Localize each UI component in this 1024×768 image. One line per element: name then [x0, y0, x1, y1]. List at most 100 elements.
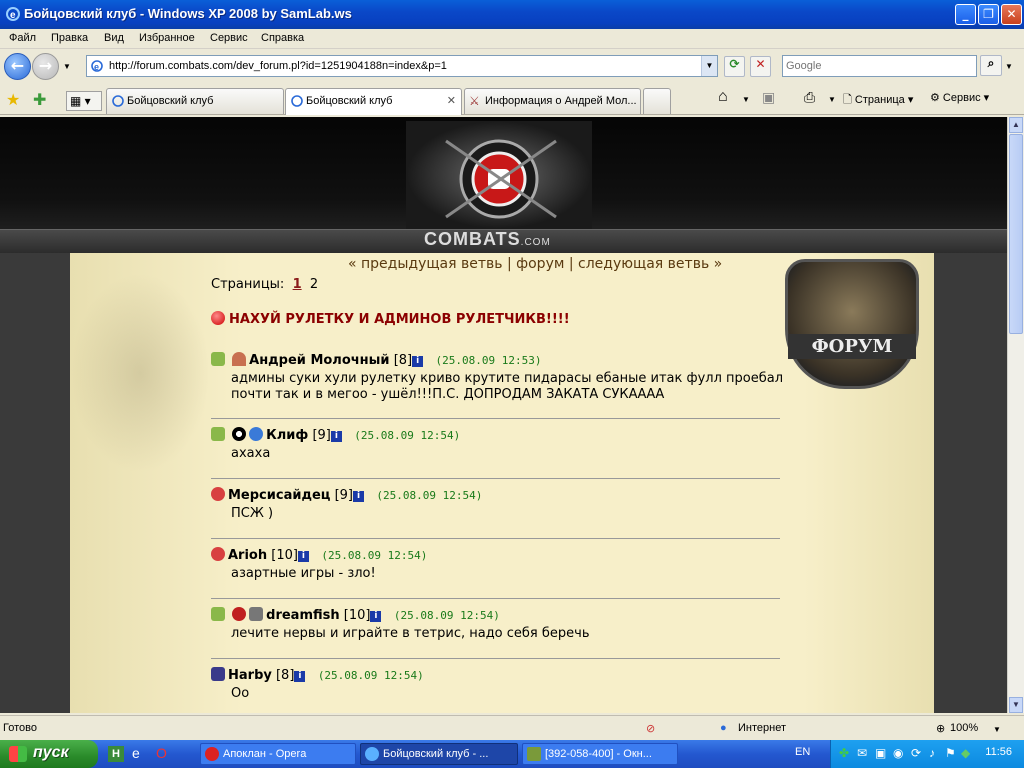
- info-icon[interactable]: i: [294, 671, 306, 682]
- search-go-icon[interactable]: ⌕: [980, 55, 1002, 76]
- tab-info[interactable]: ⚔ Информация о Андрей Мол...: [464, 88, 641, 114]
- post-author[interactable]: Клиф: [266, 428, 308, 443]
- page-content: COMBATS.COM ФОРУМ « предыдущая ветвь | ф…: [0, 117, 1007, 713]
- print-icon[interactable]: ⎙: [804, 89, 815, 106]
- menu-tools[interactable]: Сервис: [210, 32, 248, 44]
- post-author[interactable]: Arioh: [228, 548, 267, 563]
- url-field[interactable]: e http://forum.combats.com/dev_forum.pl?…: [86, 55, 718, 77]
- menu-help[interactable]: Справка: [261, 32, 304, 44]
- tools-menu-label: Сервис: [942, 92, 981, 104]
- info-icon[interactable]: i: [330, 431, 342, 442]
- favorites-star-icon[interactable]: ★: [6, 90, 20, 110]
- ie-icon: [365, 747, 379, 761]
- tab-bar: ★ ✚ ▦ ▾ Бойцовский клуб Бойцовский клуб …: [0, 85, 1024, 115]
- info-icon[interactable]: i: [370, 611, 382, 622]
- tray-update-icon[interactable]: ⟳: [911, 746, 921, 760]
- vertical-scrollbar[interactable]: ▲ ▼: [1007, 117, 1024, 713]
- post-author[interactable]: Андрей Молочный: [249, 353, 389, 368]
- forward-button[interactable]: →: [32, 53, 59, 80]
- zoom-level[interactable]: 100%: [950, 722, 978, 734]
- tools-menu[interactable]: ⚙ Сервис ▾: [930, 91, 989, 104]
- task-window[interactable]: [392-058-400] - Окн...: [522, 743, 678, 765]
- quicklaunch-app-icon[interactable]: H: [108, 746, 124, 762]
- tab-combats-1[interactable]: Бойцовский клуб: [106, 88, 284, 114]
- url-dropdown-icon[interactable]: ▼: [701, 56, 717, 76]
- menu-file[interactable]: Файл: [9, 32, 36, 44]
- tab-combats-2[interactable]: Бойцовский клуб ✕: [285, 88, 462, 115]
- menu-favorites[interactable]: Избранное: [139, 32, 195, 44]
- info-icon[interactable]: i: [297, 551, 309, 562]
- minimize-button[interactable]: _: [955, 4, 976, 25]
- info-icon[interactable]: i: [412, 356, 424, 367]
- page-menu[interactable]: 🗋 Страница ▾: [843, 91, 913, 110]
- swords-icon: ⚔: [469, 94, 480, 108]
- post-author[interactable]: Мерсисайдец: [228, 488, 330, 503]
- tab-label: Бойцовский клуб: [127, 95, 214, 107]
- history-dropdown-icon[interactable]: ▼: [63, 62, 71, 71]
- window-icon: [527, 747, 541, 761]
- flower-icon: [211, 547, 225, 561]
- stop-button[interactable]: ✕: [750, 56, 771, 77]
- language-indicator[interactable]: EN: [795, 746, 810, 758]
- scroll-down-icon[interactable]: ▼: [1009, 697, 1023, 713]
- home-dropdown-icon[interactable]: ▼: [742, 95, 750, 104]
- menu-view[interactable]: Вид: [104, 32, 124, 44]
- post-level: [10]: [343, 608, 371, 623]
- thread-nav[interactable]: « предыдущая ветвь | форум | следующая в…: [348, 256, 722, 272]
- post-body: лечите нервы и играйте в тетрис, надо се…: [231, 626, 590, 641]
- maximize-button[interactable]: ❐: [978, 4, 999, 25]
- page-link-1[interactable]: 1: [293, 277, 302, 292]
- task-ie[interactable]: Бойцовский клуб - ...: [360, 743, 518, 765]
- search-input[interactable]: [783, 56, 976, 76]
- yin-yang-icon: [232, 427, 247, 441]
- forum-post: Клиф [9] i (25.08.09 12:54) ахаха: [211, 427, 780, 479]
- post-body: Оо: [231, 686, 250, 701]
- quicklaunch-ie-icon[interactable]: e: [132, 745, 140, 761]
- scroll-thumb[interactable]: [1009, 134, 1023, 334]
- info-icon[interactable]: i: [352, 491, 364, 502]
- start-button[interactable]: пуск: [0, 740, 98, 768]
- post-level: [8]: [275, 668, 295, 683]
- back-button[interactable]: ←: [4, 53, 31, 80]
- add-favorite-icon[interactable]: ✚: [33, 90, 46, 110]
- post-author[interactable]: Harby: [228, 668, 272, 683]
- search-field[interactable]: [782, 55, 977, 77]
- search-options-icon[interactable]: ▼: [1005, 62, 1013, 71]
- forum-badge-label: ФОРУМ: [788, 334, 916, 359]
- feeds-icon[interactable]: ▣: [762, 89, 775, 106]
- print-dropdown-icon[interactable]: ▼: [828, 95, 836, 104]
- scroll-up-icon[interactable]: ▲: [1009, 117, 1023, 133]
- thread-title-text: НАХУЙ РУЛЕТКУ И АДМИНОВ РУЛЕТЧИКВ!!!!: [229, 312, 570, 327]
- popup-blocker-icon[interactable]: ⊘: [646, 722, 655, 735]
- thread-nav-text[interactable]: « предыдущая ветвь | форум | следующая в…: [348, 256, 722, 272]
- title-bar[interactable]: e Бойцовский клуб - Windows XP 2008 by S…: [0, 0, 1024, 29]
- quicklaunch-opera-icon[interactable]: O: [156, 745, 167, 761]
- start-label: пуск: [33, 744, 69, 761]
- svg-text:e: e: [10, 10, 16, 21]
- zoom-icon[interactable]: ⊕: [936, 722, 945, 735]
- zoom-dropdown-icon[interactable]: ▼: [993, 725, 1001, 734]
- tray-mail-icon[interactable]: ✉: [857, 746, 867, 760]
- close-button[interactable]: ✕: [1001, 4, 1022, 25]
- refresh-button[interactable]: ⟳: [724, 56, 745, 77]
- tray-flag-icon[interactable]: ⚑: [945, 746, 956, 760]
- home-icon[interactable]: ⌂: [718, 88, 728, 106]
- quick-tabs-icon[interactable]: ▦ ▾: [66, 91, 102, 111]
- post-date: (25.08.09 12:54): [321, 549, 428, 562]
- menu-edit[interactable]: Правка: [51, 32, 88, 44]
- tray-network-icon[interactable]: ▣: [875, 746, 886, 760]
- page-link-2[interactable]: 2: [310, 277, 318, 292]
- tray-clover-icon[interactable]: ✤: [839, 746, 849, 760]
- system-tray: ✤ ✉ ▣ ◉ ⟳ ♪ ⚑ ◆ 11:56: [830, 740, 1024, 768]
- post-author[interactable]: dreamfish: [266, 608, 339, 623]
- new-tab-button[interactable]: [643, 88, 671, 114]
- clock: 11:56: [985, 746, 1012, 758]
- tab-close-icon[interactable]: ✕: [447, 94, 456, 107]
- post-level: [8]: [393, 353, 413, 368]
- clan-icon: [211, 427, 225, 441]
- tray-agent-icon[interactable]: ◉: [893, 746, 903, 760]
- task-opera[interactable]: Апоклан - Opera: [200, 743, 356, 765]
- tray-nvidia-icon[interactable]: ◆: [961, 746, 970, 760]
- tray-volume-icon[interactable]: ♪: [929, 746, 935, 760]
- post-body: азартные игры - зло!: [231, 566, 376, 581]
